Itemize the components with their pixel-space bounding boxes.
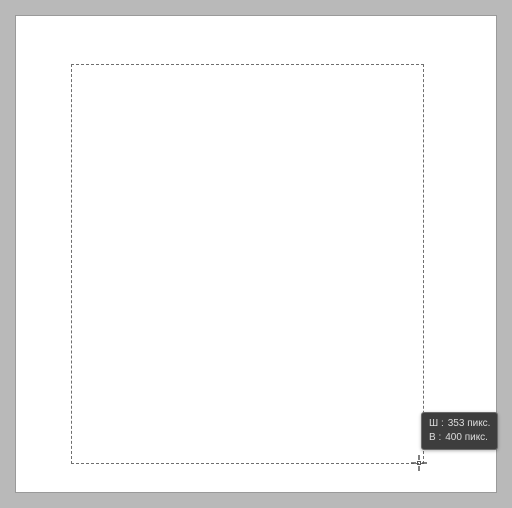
selection-marquee[interactable] [71, 64, 424, 464]
width-label: Ш : [429, 417, 444, 431]
dimension-tooltip: Ш : 353 пикс. В : 400 пикс. [421, 412, 498, 450]
height-value: 400 пикс. [445, 431, 488, 445]
height-label: В : [429, 431, 441, 445]
width-value: 353 пикс. [448, 417, 491, 431]
